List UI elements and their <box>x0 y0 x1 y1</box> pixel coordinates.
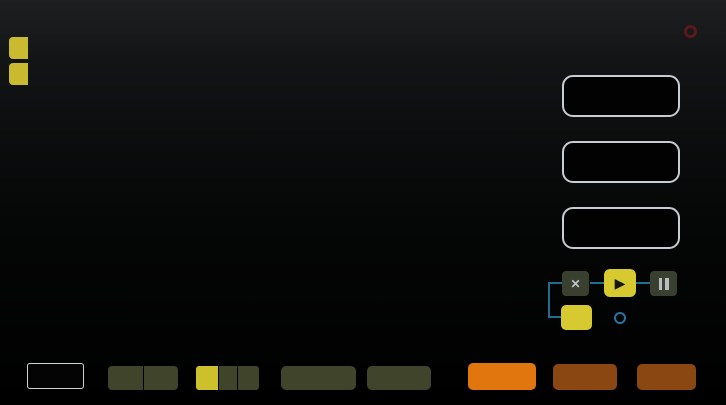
start-button[interactable] <box>219 366 237 390</box>
window-length-select[interactable] <box>27 363 84 389</box>
true-peak-mode-button[interactable] <box>553 364 617 390</box>
reset-button[interactable]: ✕ <box>562 271 589 296</box>
gate-indicator-ring[interactable] <box>614 312 626 324</box>
short-term-readout <box>562 75 680 117</box>
pause-icon <box>658 277 662 290</box>
loudness-mode-button[interactable] <box>468 363 536 390</box>
x-icon: ✕ <box>570 276 581 291</box>
clear-button[interactable] <box>144 366 178 390</box>
options-button[interactable] <box>637 364 696 390</box>
end-button[interactable] <box>238 366 259 390</box>
transport-connector <box>635 282 651 284</box>
play-icon: ▶ <box>614 274 626 291</box>
loudness-graphs <box>0 0 726 405</box>
peak-indicator-ring[interactable] <box>684 25 697 38</box>
transport-connector <box>548 282 563 284</box>
pause-button[interactable] <box>650 271 677 296</box>
variance-button[interactable] <box>281 366 356 390</box>
transport-connector <box>548 316 562 318</box>
transport-connector <box>590 282 605 284</box>
transport-connector <box>548 282 550 318</box>
loudness-range-readout <box>562 207 680 249</box>
tab-histogram[interactable] <box>9 37 28 59</box>
timecode-button[interactable] <box>196 366 218 390</box>
play-button[interactable]: ▶ <box>604 269 636 297</box>
auto-button[interactable] <box>561 305 592 330</box>
integrated-readout <box>562 141 680 183</box>
export-button[interactable] <box>367 366 431 390</box>
tab-distribution[interactable] <box>9 63 28 85</box>
mark-button[interactable] <box>108 366 143 390</box>
pause-icon <box>665 277 669 290</box>
